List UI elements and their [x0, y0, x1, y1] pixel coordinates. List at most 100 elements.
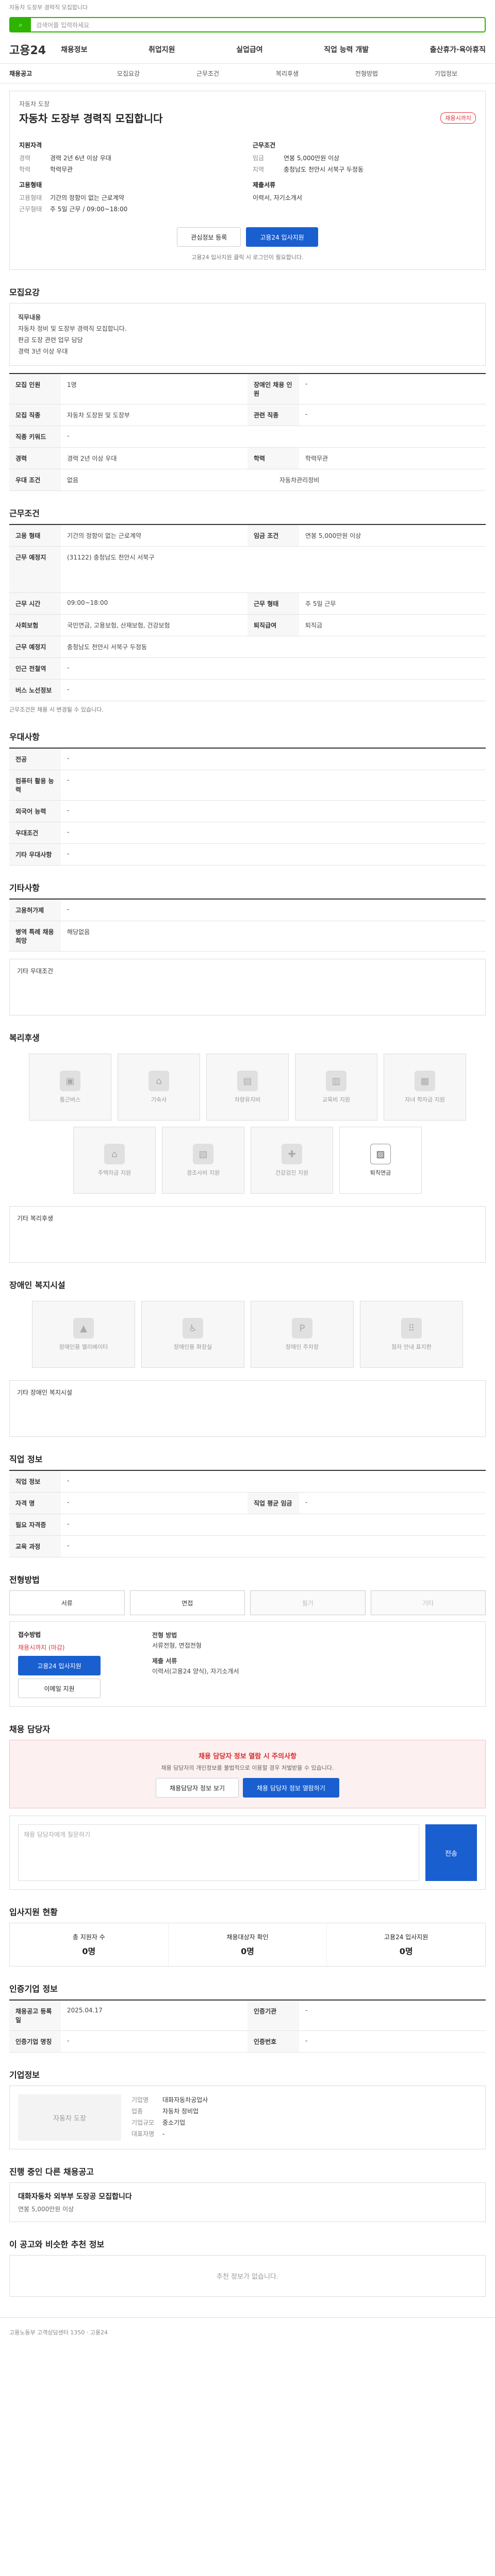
table-row: 인근 전철역 - [9, 658, 486, 680]
stat-value: 0명 [399, 1946, 413, 1956]
disabled-item: P 장애인 주차장 [251, 1301, 354, 1368]
cell-head: 교육 과정 [9, 1536, 61, 1557]
cell: - [67, 1499, 70, 1506]
jobinfo-heading: 직업 정보 [9, 1454, 43, 1464]
welfare-label: 차량유지비 [234, 1096, 261, 1103]
health-icon: ✚ [282, 1144, 302, 1164]
cell-head: 학력 [248, 448, 299, 469]
pension-icon: ▨ [370, 1144, 391, 1164]
disabled-item: ▲ 장애인용 엘리베이터 [32, 1301, 135, 1368]
search-input[interactable]: 검색어를 입력하세요 [31, 21, 485, 29]
braille-icon: ⠿ [401, 1318, 422, 1338]
tab-company[interactable]: 기업정보 [406, 69, 486, 78]
disabled-section: 장애인 복지시설 ▲ 장애인용 엘리베이터 ♿ 장애인용 화장실 P 장애인 주차장 … [9, 1278, 486, 1437]
emp-heading: 고용형태 [19, 181, 42, 189]
view-contact-button[interactable]: 채용담당자 정보 보기 [156, 1778, 239, 1798]
gnb-item-leave[interactable]: 출산휴가·육아휴직 [430, 44, 486, 55]
cell: 2025.04.17 [67, 2007, 103, 2014]
table-row: 직종 키워드 - [9, 426, 486, 448]
cell: 09:00~18:00 [67, 599, 108, 606]
cell: 연봉 5,000만원 이상 [305, 532, 361, 539]
emp-type-value: 기간의 정함이 없는 근로계약 [50, 194, 124, 201]
cell-head: 외국어 능력 [9, 801, 61, 822]
welfare-item: ⌂ 기숙사 [118, 1054, 200, 1121]
stat-online: 고용24 입사지원 0명 [327, 1923, 485, 1966]
recommend-heading: 이 공고와 비슷한 추천 정보 [9, 2240, 105, 2249]
other-posting[interactable]: 대화자동차 외부부 도장공 모집합니다 연봉 5,000만원 이상 [9, 2182, 486, 2222]
cell-head: 직종 키워드 [9, 426, 61, 447]
table-row: 직업 정보 - [9, 1471, 486, 1493]
company-name: 자동차 도장 [19, 100, 50, 108]
recruit-heading: 모집요강 [9, 287, 40, 297]
disabled-label: 장애인용 엘리베이터 [59, 1344, 108, 1350]
cell: - [305, 1499, 308, 1506]
company-label: 기업규모 [131, 2119, 155, 2126]
contact-section: 채용 담당자 채용 담당자 정보 열람 시 주의사항 채용 담당자의 개인정보를… [9, 1722, 486, 1890]
apply-box: 접수방법 채용시까지 (마감) 고용24 입사지원 이메일 지원 전형 방법 서… [9, 1621, 486, 1707]
tab-written[interactable]: 필기 [250, 1590, 366, 1615]
apply-online-button[interactable]: 고용24 입사지원 [18, 1656, 101, 1675]
cell: 자동차 도장원 및 도장부 [67, 412, 130, 419]
tab-interview[interactable]: 면접 [129, 1590, 245, 1615]
status-section: 입사지원 현황 총 지원자 수 0명 채용대상자 확인 0명 고용24 입사지원 0명 [9, 1905, 486, 1967]
open-contact-button[interactable]: 채용 담당자 정보 열람하기 [243, 1778, 339, 1798]
cell: - [67, 807, 70, 814]
apply-button[interactable]: 고용24 입사지원 [246, 227, 318, 247]
other-title[interactable]: 대화자동차 외부부 도장공 모집합니다 [18, 2191, 477, 2201]
inquiry-send-button[interactable]: 전송 [425, 1824, 477, 1881]
cell-head: 인증기업 명칭 [9, 2031, 61, 2052]
gnb-item-training[interactable]: 직업 능력 개발 [324, 44, 369, 55]
etc-heading: 기타사항 [9, 883, 40, 893]
footer-text: 고용노동부 고객상담센터 1350 · 고용24 [9, 2329, 108, 2336]
cond-heading: 근무조건 [253, 142, 276, 149]
cert-section: 인증기업 정보 채용공고 등록일 2025.04.17 인증기관 - 인증기업 명칭 -… [9, 1982, 486, 2053]
gnb-item-benefit[interactable]: 실업급여 [236, 44, 263, 55]
welfare-item: ⌂ 주택자금 지원 [73, 1127, 156, 1194]
cell-head: 인증기관 [248, 2001, 299, 2030]
duty-heading: 직무내용 [18, 314, 41, 321]
edu-value: 학력무관 [50, 166, 73, 173]
tab-other[interactable]: 기타 [370, 1590, 486, 1615]
jobinfo-table: 직업 정보 - 자격 명 - 직업 평균 임금 - 필요 자격증 - 교육 과정 - [9, 1470, 486, 1557]
tab-recruit[interactable]: 모집요강 [89, 69, 168, 78]
welfare-grid: ▣ 통근버스 ⌂ 기숙사 ▤ 차량유지비 ▥ 교육비 지원 ▦ 자녀 학자금 지원 ⌂ 주택… [9, 1048, 486, 1199]
tab-select[interactable]: 전형방법 [327, 69, 406, 78]
apply-email-button[interactable]: 이메일 지원 [18, 1679, 101, 1698]
logo[interactable]: 고용24 [9, 41, 61, 58]
welfare-label: 교육비 지원 [322, 1096, 351, 1103]
inquiry-input[interactable]: 채용 담당자에게 질문하기 [18, 1824, 419, 1881]
search-box[interactable]: ⌕ 검색어를 입력하세요 [9, 17, 486, 32]
gnb-item-support[interactable]: 취업지원 [148, 44, 175, 55]
table-row: 필요 자격증 - [9, 1514, 486, 1536]
cell-head: 컴퓨터 활용 능력 [9, 770, 61, 800]
work-note: 근무조건은 채용 시 변경될 수 있습니다. [9, 706, 104, 713]
cell-head: 인증번호 [248, 2031, 299, 2052]
job-title: 자동차 도장부 경력직 모집합니다 [19, 112, 163, 125]
table-row: 전공 - [9, 749, 486, 770]
company-logo: 자동차 도장 [18, 2094, 121, 2141]
cell: - [305, 411, 308, 418]
cell-head: 근무 시간 [9, 593, 61, 614]
table-row: 우대 조건 없음 자동차관리정비 [9, 469, 486, 491]
prefer-heading: 우대사항 [9, 732, 40, 742]
gnb-item-jobs[interactable]: 채용정보 [61, 44, 88, 55]
career-value: 경력 2년 6년 이상 우대 [50, 155, 111, 162]
tab-document[interactable]: 서류 [9, 1590, 125, 1615]
tab-posting[interactable]: 채용공고 [9, 69, 89, 78]
cell: - [67, 432, 70, 439]
welfare-heading: 복리후생 [9, 1033, 40, 1043]
search-icon[interactable]: ⌕ [10, 18, 31, 31]
job-summary: 자동차 도장 자동차 도장부 경력직 모집합니다 채용시까지 지원자격 경력 경력 … [9, 91, 486, 270]
cell: 학력무관 [305, 455, 328, 462]
tab-work[interactable]: 근무조건 [168, 69, 248, 78]
cell-head: 병역 특례 채용 희망 [9, 921, 61, 951]
recommend-empty: 추천 정보가 없습니다. [9, 2255, 486, 2297]
cell-head: 기타 우대사항 [9, 844, 61, 865]
favorite-button[interactable]: 관심정보 등록 [177, 227, 241, 247]
table-row: 컴퓨터 활용 능력 - [9, 770, 486, 801]
contact-heading: 채용 담당자 [9, 1724, 51, 1734]
cell: 퇴직금 [305, 622, 323, 629]
etc-section: 기타사항 고용허가제 - 병역 특례 채용 희망 해당없음 기타 우대조건 [9, 881, 486, 1015]
tab-welfare[interactable]: 복리후생 [248, 69, 327, 78]
submit-docs-value: 이력서(고용24 양식), 자기소개서 [152, 1668, 239, 1675]
